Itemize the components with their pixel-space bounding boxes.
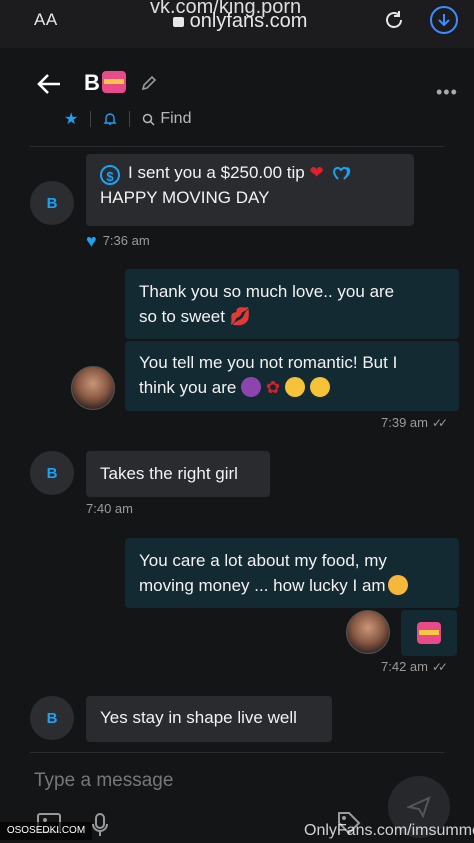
rose-emoji-icon: ✿ — [265, 378, 281, 397]
dollar-icon: $ — [100, 165, 120, 185]
like-heart-icon[interactable]: ♥ — [86, 231, 97, 251]
composer-divider — [30, 752, 444, 753]
message-text: Takes the right girl — [100, 464, 238, 483]
divider — [90, 111, 92, 127]
message-bubble-outgoing[interactable]: Thank you so much love.. you are so to s… — [125, 269, 459, 339]
message-text: HAPPY MOVING DAY — [100, 188, 270, 207]
message-text-line1: You tell me you not romantic! But I — [139, 353, 398, 372]
smiling-hearts-emoji-icon — [387, 575, 408, 595]
message-text: Yes stay in shape live well — [100, 708, 297, 727]
message-text-line2: so to sweet 💋 — [139, 307, 251, 326]
message-input[interactable]: Type a message — [34, 770, 173, 792]
back-arrow-icon[interactable] — [36, 72, 62, 96]
send-icon — [407, 796, 431, 818]
avatar[interactable]: B — [30, 181, 74, 225]
find-button[interactable]: Find — [142, 110, 191, 128]
tip-text: I sent you a $250.00 tip — [128, 163, 305, 182]
chat-subnav: ★ Find — [64, 108, 191, 130]
message-time: ♥ 7:36 am — [86, 231, 150, 251]
relieved-emoji-icon — [309, 377, 330, 397]
devil-emoji-icon — [241, 377, 262, 397]
microphone-icon[interactable] — [90, 812, 110, 838]
message-time: 7:40 am — [86, 501, 133, 516]
message-bubble-incoming[interactable]: Takes the right girl — [86, 451, 270, 497]
download-icon[interactable] — [430, 6, 458, 34]
message-bubble-outgoing[interactable]: You tell me you not romantic! But I thin… — [125, 341, 459, 411]
message-bubble-outgoing[interactable]: You care a lot about my food, my moving … — [125, 538, 459, 608]
avatar[interactable]: B — [30, 451, 74, 495]
smile-emoji-icon — [284, 377, 305, 397]
edit-pencil-icon[interactable] — [140, 74, 158, 92]
message-text-line1: Thank you so much love.. you are — [139, 282, 395, 301]
tip-line: $ I sent you a $250.00 tip ❤ — [100, 154, 400, 185]
find-label: Find — [160, 110, 192, 127]
read-ticks-icon: ✓✓ — [431, 660, 448, 674]
watermark-bottom-right: OnlyFans.com/imsummer — [304, 822, 474, 839]
red-heart-emoji-icon: ❤ — [309, 163, 324, 182]
read-ticks-icon: ✓✓ — [431, 416, 448, 430]
message-bubble-outgoing-emoji[interactable] — [401, 610, 457, 656]
reload-icon[interactable] — [382, 8, 406, 32]
heart-gift-emoji-icon — [101, 71, 126, 93]
heart-gift-emoji-icon — [417, 622, 441, 644]
message-time: 7:39 am ✓✓ — [381, 415, 448, 430]
star-icon[interactable]: ★ — [64, 109, 78, 129]
message-bubble-tip[interactable]: $ I sent you a $250.00 tip ❤ HAPPY MOVING… — [86, 154, 414, 226]
divider — [129, 111, 131, 127]
message-text-line2: think you are ✿ — [139, 375, 445, 400]
avatar[interactable]: B — [30, 696, 74, 740]
tip-hearts-icon — [333, 166, 351, 180]
message-time: 7:42 am ✓✓ — [381, 659, 448, 674]
chat-screen: AA onlyfans.com vk.com/king.porn B ••• ★… — [0, 0, 474, 843]
watermark-bottom-left: OSOSEDKI.COM — [0, 822, 92, 840]
message-text-line2: moving money ... how lucky I am — [139, 573, 445, 598]
text-size-button[interactable]: AA — [34, 10, 58, 30]
user-avatar-photo[interactable] — [346, 610, 390, 654]
message-text-line1: You care a lot about my food, my — [139, 551, 387, 570]
message-bubble-incoming[interactable]: Yes stay in shape live well — [86, 696, 332, 742]
user-avatar-photo[interactable] — [71, 366, 115, 410]
watermark-top: vk.com/king.porn — [150, 0, 302, 18]
contact-name: B — [84, 70, 126, 96]
search-icon — [143, 113, 155, 126]
more-options-icon[interactable]: ••• — [436, 82, 458, 103]
header-divider — [30, 146, 444, 147]
kiss-lips-emoji-icon: 💋 — [229, 307, 251, 326]
bell-icon[interactable] — [103, 112, 118, 126]
